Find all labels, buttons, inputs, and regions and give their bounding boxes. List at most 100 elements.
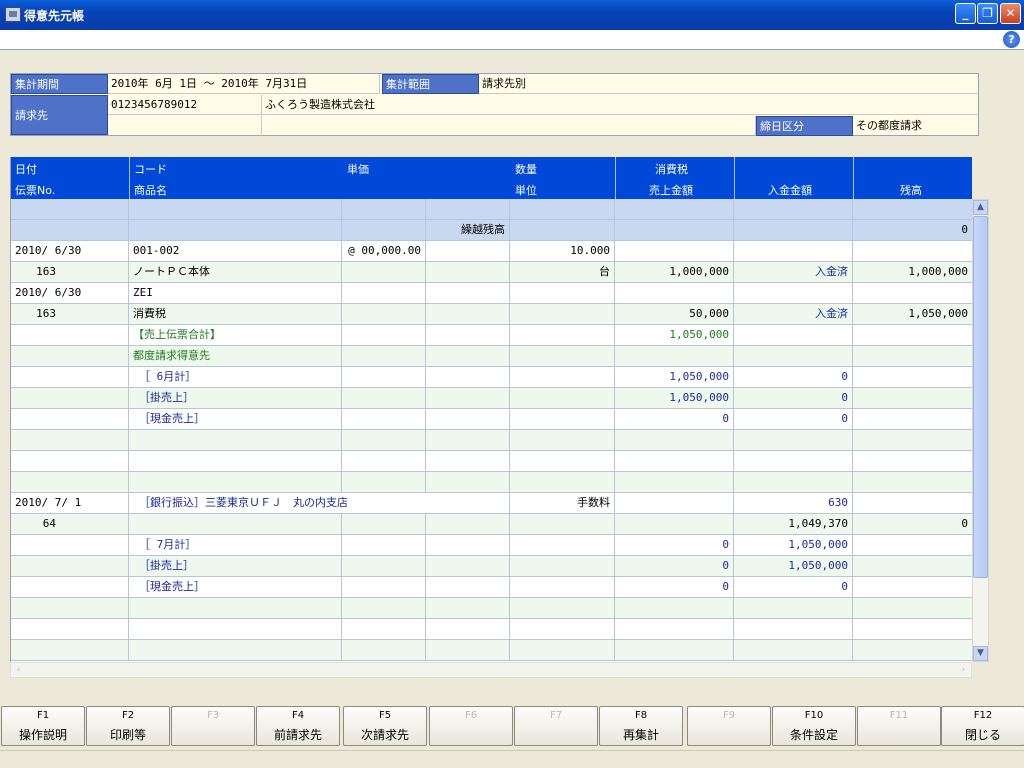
date-slip-cell — [11, 451, 129, 471]
table-row[interactable]: 都度請求得意先 — [11, 346, 972, 367]
scroll-thumb[interactable] — [973, 216, 988, 578]
ledger-header-info: 集計期間 2010年 6月 1日 ～ 2010年 7月31日 集計範囲 請求先別… — [10, 73, 979, 136]
table-row[interactable]: 64 1,049,370 0 — [11, 514, 972, 535]
table-row[interactable] — [11, 640, 972, 661]
date-slip-cell — [11, 430, 129, 450]
fkey-label: 前請求先 — [273, 728, 322, 742]
fkey-f5-button[interactable]: F5 次請求先 — [343, 706, 427, 746]
scroll-right-button[interactable]: › — [956, 663, 971, 677]
fkey-f2-button[interactable]: F2 印刷等 — [86, 706, 170, 746]
qty-unit-cell — [510, 199, 615, 219]
price-cell — [342, 199, 426, 219]
fkey-f8-button[interactable]: F8 再集計 — [599, 706, 683, 746]
status-bar — [0, 750, 1024, 768]
qty-cell — [426, 346, 510, 366]
table-row[interactable]: 2010/ 6/30 ZEI — [11, 283, 972, 304]
payment-cell — [734, 640, 853, 660]
date-slip-cell — [11, 577, 129, 597]
scroll-up-button[interactable]: ▲ — [973, 200, 988, 215]
header-code: コード — [134, 163, 167, 176]
table-row[interactable]: ［現金売上］ 0 0 — [11, 577, 972, 598]
table-row[interactable]: ［現金売上］ 0 0 — [11, 409, 972, 430]
date-slip-cell — [11, 556, 129, 576]
fkey-f1-button[interactable]: F1 操作説明 — [1, 706, 85, 746]
price-cell — [342, 325, 426, 345]
horizontal-scrollbar[interactable]: ‹ › — [10, 662, 972, 678]
tax-sales-cell: 1,050,000 — [615, 388, 734, 408]
close-button[interactable]: ✕ — [1000, 3, 1021, 24]
code-product-cell: 【売上伝票合計】 — [129, 325, 342, 345]
tax-sales-cell: 1,000,000 — [615, 262, 734, 282]
table-row[interactable]: ［掛売上］ 1,050,000 0 — [11, 388, 972, 409]
window-title: 得意先元帳 — [24, 9, 85, 23]
tax-sales-cell: 1,050,000 — [615, 325, 734, 345]
fkey-f12-button[interactable]: F12 閉じる — [941, 706, 1024, 746]
fkey-label: 再集計 — [622, 728, 659, 742]
arrow-left-icon: ‹ — [16, 665, 21, 675]
payment-cell — [734, 598, 853, 618]
date-slip-cell — [11, 619, 129, 639]
minimize-icon: _ — [962, 6, 969, 20]
table-row[interactable] — [11, 472, 972, 493]
qty-cell — [426, 283, 510, 303]
tax-sales-cell: 0 — [615, 556, 734, 576]
fkey-f6-button[interactable]: F6 — [429, 706, 513, 746]
fkey-code: F8 — [634, 710, 648, 721]
table-row[interactable] — [11, 199, 972, 220]
date-slip-cell — [11, 598, 129, 618]
price-cell — [342, 619, 426, 639]
table-row[interactable]: 163 ノートＰＣ本体台 1,000,000 入金済 1,000,000 — [11, 262, 972, 283]
payment-cell — [734, 472, 853, 492]
table-row[interactable]: 2010/ 7/ 1 ［銀行振込］三菱東京ＵＦＪ 丸の内支店 手数料 630 — [11, 493, 972, 514]
balance-cell — [853, 241, 972, 261]
table-row[interactable]: ［ 7月計］ 0 1,050,000 — [11, 535, 972, 556]
ledger-app-icon[interactable] — [5, 7, 21, 22]
price-cell — [342, 409, 426, 429]
fkey-f4-button[interactable]: F4 前請求先 — [256, 706, 340, 746]
code-product-cell: ［銀行振込］三菱東京ＵＦＪ 丸の内支店 — [129, 493, 510, 513]
balance-cell — [853, 388, 972, 408]
table-row[interactable]: 繰越残高 0 — [11, 220, 972, 241]
table-row[interactable] — [11, 451, 972, 472]
fkey-code: F1 — [36, 710, 50, 721]
table-row[interactable] — [11, 598, 972, 619]
minimize-button[interactable]: _ — [955, 3, 976, 24]
code-product-cell — [129, 640, 342, 660]
fkey-code: F2 — [121, 710, 135, 721]
fkey-f3-button[interactable]: F3 — [171, 706, 255, 746]
fkey-f9-button[interactable]: F9 — [687, 706, 771, 746]
fkey-label: 閉じる — [964, 728, 1001, 742]
tax-sales-cell — [615, 220, 734, 240]
qty-cell — [426, 430, 510, 450]
date-slip-cell — [11, 409, 129, 429]
tax-sales-cell — [615, 472, 734, 492]
price-cell — [342, 556, 426, 576]
qty-unit-cell — [510, 451, 615, 471]
fkey-code: F3 — [206, 710, 220, 721]
restore-button[interactable]: ❐ — [977, 3, 998, 24]
table-row[interactable]: 2010/ 6/30 001-002 @ 00,000.00 10.000 — [11, 241, 972, 262]
date-slip-cell: 2010/ 7/ 1 — [11, 493, 129, 513]
fkey-f11-button[interactable]: F11 — [857, 706, 941, 746]
billto-label: 請求先 — [11, 95, 108, 135]
balance-cell: 1,000,000 — [853, 262, 972, 282]
table-row[interactable] — [11, 430, 972, 451]
fkey-f10-button[interactable]: F10 条件設定 — [772, 706, 856, 746]
table-row[interactable]: 【売上伝票合計】 1,050,000 — [11, 325, 972, 346]
qty-unit-cell — [510, 409, 615, 429]
scroll-left-button[interactable]: ‹ — [11, 663, 26, 677]
table-row[interactable]: ［掛売上］ 0 1,050,000 — [11, 556, 972, 577]
table-row[interactable] — [11, 619, 972, 640]
code-product-cell — [129, 472, 342, 492]
balance-cell — [853, 367, 972, 387]
payment-cell — [734, 220, 853, 240]
table-row[interactable]: 163 消費税 50,000 入金済 1,050,000 — [11, 304, 972, 325]
balance-cell — [853, 535, 972, 555]
table-row[interactable]: ［ 6月計］ 1,050,000 0 — [11, 367, 972, 388]
scroll-down-button[interactable]: ▼ — [973, 646, 988, 661]
fkey-f7-button[interactable]: F7 — [514, 706, 598, 746]
ledger-grid[interactable]: 日付 伝票No. コード 商品名 単価 数量 単位 消費税 売上金額 入金金額 … — [10, 157, 972, 662]
price-cell — [342, 430, 426, 450]
help-icon[interactable]: ? — [1003, 31, 1020, 48]
vertical-scrollbar[interactable]: ▲ ▼ — [972, 199, 989, 662]
